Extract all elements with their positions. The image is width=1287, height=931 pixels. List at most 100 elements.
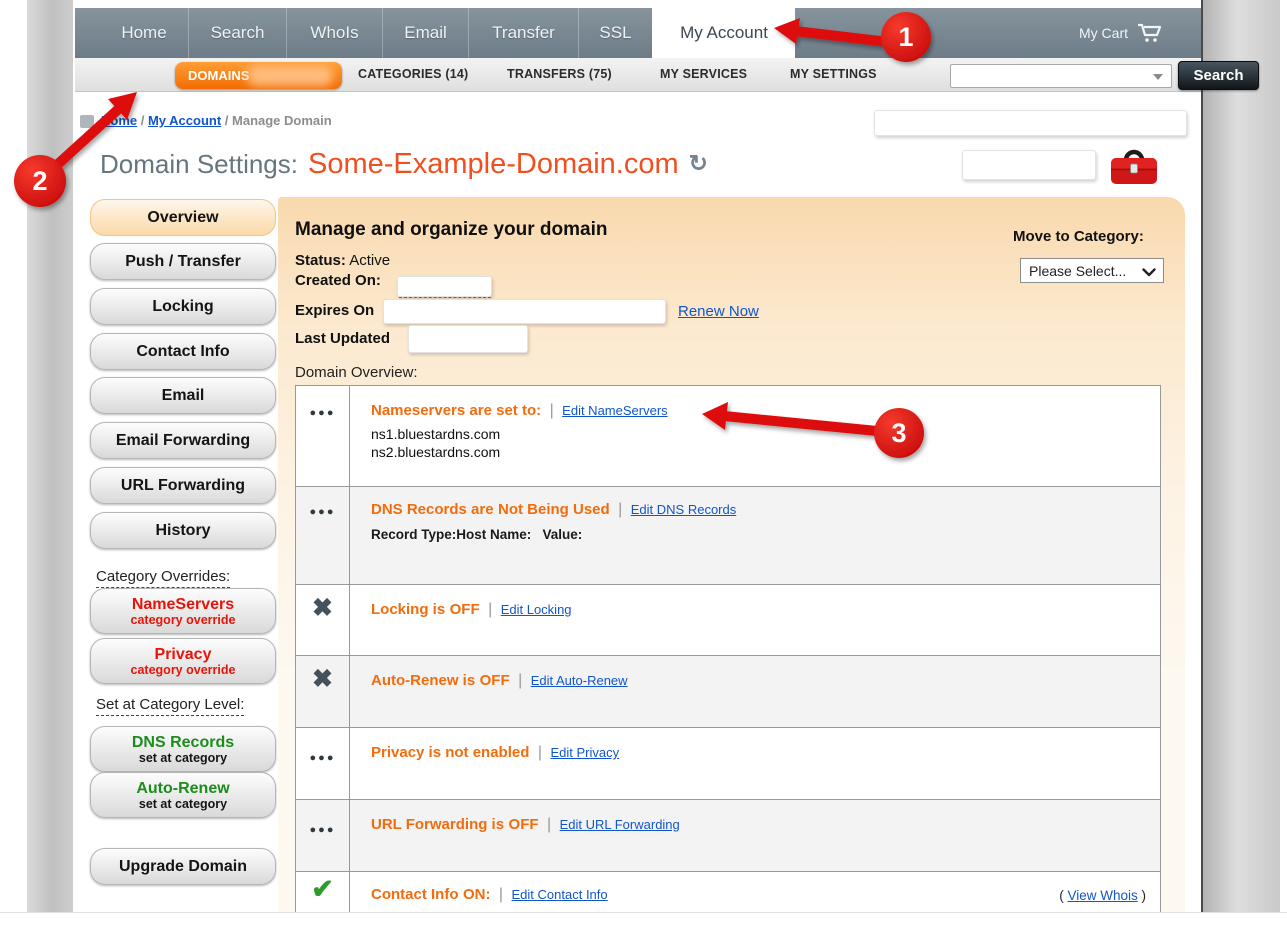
edit-dns-records-link[interactable]: Edit DNS Records bbox=[631, 502, 736, 517]
category-subtitle: set at category bbox=[139, 752, 227, 765]
override-title: Privacy bbox=[155, 646, 212, 664]
sidebar-tab-url-forwarding[interactable]: URL Forwarding bbox=[90, 467, 276, 504]
sidebar-privacy-override[interactable]: Privacy category override bbox=[90, 638, 276, 684]
row-status-off: OFF bbox=[480, 672, 510, 689]
cart-icon bbox=[1137, 23, 1163, 43]
sidebar-tab-overview[interactable]: Overview bbox=[90, 199, 276, 236]
sidebar-nameservers-override[interactable]: NameServers category override bbox=[90, 588, 276, 634]
tab-ssl[interactable]: SSL bbox=[578, 8, 652, 58]
sidebar-tab-email-forwarding[interactable]: Email Forwarding bbox=[90, 422, 276, 459]
domain-name: Some-Example-Domain.com bbox=[308, 148, 679, 181]
row-privacy: ●●● Privacy is not enabled | Edit Privac… bbox=[296, 728, 1160, 800]
subnav-domains-tab[interactable]: DOMAINS bbox=[175, 62, 342, 89]
row-title: Privacy is not enabled bbox=[371, 744, 529, 761]
window-left-edge bbox=[27, 0, 73, 912]
title-prefix: Domain Settings: bbox=[100, 149, 298, 180]
category-title: DNS Records bbox=[132, 734, 234, 752]
last-updated-label: Last Updated bbox=[295, 330, 390, 347]
record-type-line: Record Type:Host Name: Value: bbox=[371, 527, 1146, 542]
nameserver-1: ns1.bluestardns.com bbox=[371, 426, 1146, 442]
row-title: Locking is bbox=[371, 601, 445, 618]
tab-whois[interactable]: WhoIs bbox=[286, 8, 382, 58]
home-icon bbox=[80, 115, 94, 128]
domain-overview-label: Domain Overview: bbox=[295, 364, 418, 381]
breadcrumb-current: Manage Domain bbox=[232, 113, 332, 128]
refresh-icon[interactable]: ↻ bbox=[689, 150, 708, 177]
page-right-border bbox=[1201, 0, 1203, 912]
breadcrumb-my-account[interactable]: My Account bbox=[148, 113, 221, 128]
my-cart-label: My Cart bbox=[1079, 25, 1128, 41]
redacted-box-title-right bbox=[962, 150, 1096, 180]
row-auto-renew: ✖ Auto-Renew is OFF | Edit Auto-Renew bbox=[296, 656, 1160, 728]
tab-my-account[interactable]: My Account bbox=[652, 8, 795, 58]
row-url-forwarding: ●●● URL Forwarding is OFF | Edit URL For… bbox=[296, 800, 1160, 872]
page-title: Domain Settings: Some-Example-Domain.com… bbox=[100, 148, 708, 181]
dots-icon: ●●● bbox=[310, 752, 336, 799]
domain-overview-table: ●●● Nameservers are set to: | Edit NameS… bbox=[295, 385, 1161, 912]
row-status-on: ON: bbox=[463, 886, 491, 903]
search-button[interactable]: Search bbox=[1178, 61, 1259, 90]
my-cart-button[interactable]: My Cart bbox=[1079, 8, 1163, 58]
sidebar-tab-locking[interactable]: Locking bbox=[90, 288, 276, 325]
redacted-created-date bbox=[397, 276, 492, 297]
redacted-updated-date bbox=[408, 325, 528, 353]
breadcrumb-home[interactable]: Home bbox=[101, 113, 137, 128]
edit-nameservers-link[interactable]: Edit NameServers bbox=[562, 403, 667, 418]
sidebar-tab-email[interactable]: Email bbox=[90, 377, 276, 414]
status-line: Status: Active bbox=[295, 252, 390, 269]
tab-transfer[interactable]: Transfer bbox=[468, 8, 578, 58]
row-status-off: OFF bbox=[509, 816, 539, 833]
select-value: Please Select... bbox=[1029, 263, 1126, 279]
category-overrides-label: Category Overrides: bbox=[96, 568, 230, 585]
expires-on-label: Expires On bbox=[295, 302, 374, 319]
override-title: NameServers bbox=[132, 596, 234, 614]
tab-home[interactable]: Home bbox=[100, 8, 188, 58]
row-title: URL Forwarding is bbox=[371, 816, 504, 833]
top-nav: Home Search WhoIs Email Transfer SSL My … bbox=[75, 8, 1201, 58]
edit-auto-renew-link[interactable]: Edit Auto-Renew bbox=[531, 673, 628, 688]
nameserver-2: ns2.bluestardns.com bbox=[371, 444, 1146, 460]
override-subtitle: category override bbox=[131, 614, 236, 627]
view-whois-wrap: ( View Whois ) bbox=[1059, 888, 1146, 903]
dots-icon: ●●● bbox=[310, 824, 336, 871]
category-title: Auto-Renew bbox=[136, 780, 229, 798]
sidebar-tab-push-transfer[interactable]: Push / Transfer bbox=[90, 243, 276, 280]
tab-email[interactable]: Email bbox=[382, 8, 468, 58]
breadcrumb-sep: / bbox=[137, 113, 148, 128]
window-right-edge bbox=[1203, 0, 1280, 912]
breadcrumb-sep: / bbox=[221, 113, 232, 128]
chevron-down-icon bbox=[1142, 268, 1156, 277]
toolbox-icon[interactable] bbox=[1108, 146, 1160, 188]
created-on-label: Created On: bbox=[295, 272, 381, 289]
edit-privacy-link[interactable]: Edit Privacy bbox=[550, 745, 619, 760]
subnav-my-settings[interactable]: MY SETTINGS bbox=[790, 67, 877, 81]
tab-search[interactable]: Search bbox=[188, 8, 286, 58]
redacted-domains-count bbox=[247, 65, 333, 86]
sidebar-auto-renew-category[interactable]: Auto-Renew set at category bbox=[90, 772, 276, 818]
dashed-underline bbox=[399, 297, 491, 298]
view-whois-link[interactable]: View Whois bbox=[1067, 888, 1137, 903]
edit-contact-info-link[interactable]: Edit Contact Info bbox=[512, 887, 608, 902]
renew-now-link[interactable]: Renew Now bbox=[678, 303, 759, 320]
subnav-my-services[interactable]: MY SERVICES bbox=[660, 67, 747, 81]
status-value: Active bbox=[349, 252, 390, 269]
domain-search-select[interactable] bbox=[950, 64, 1172, 88]
set-at-category-label: Set at Category Level: bbox=[96, 696, 244, 713]
move-to-category-select[interactable]: Please Select... bbox=[1020, 258, 1164, 283]
x-icon: ✖ bbox=[312, 593, 333, 655]
row-dns-records: ●●● DNS Records are Not Being Used | Edi… bbox=[296, 487, 1160, 585]
subnav-categories[interactable]: CATEGORIES (14) bbox=[358, 67, 468, 81]
row-contact-info: ✔ ( View Whois ) Contact Info ON: | Edit… bbox=[296, 872, 1160, 912]
edit-locking-link[interactable]: Edit Locking bbox=[501, 602, 572, 617]
edit-url-forwarding-link[interactable]: Edit URL Forwarding bbox=[560, 817, 680, 832]
row-nameservers: ●●● Nameservers are set to: | Edit NameS… bbox=[296, 386, 1160, 487]
sidebar-tab-history[interactable]: History bbox=[90, 512, 276, 549]
check-icon: ✔ bbox=[311, 874, 334, 912]
row-title: Contact Info bbox=[371, 886, 459, 903]
upgrade-domain-button[interactable]: Upgrade Domain bbox=[90, 848, 276, 885]
override-subtitle: category override bbox=[131, 664, 236, 677]
sidebar-tab-contact-info[interactable]: Contact Info bbox=[90, 333, 276, 370]
sidebar-dns-records-category[interactable]: DNS Records set at category bbox=[90, 726, 276, 772]
dots-icon: ●●● bbox=[310, 407, 336, 486]
subnav-transfers[interactable]: TRANSFERS (75) bbox=[507, 67, 612, 81]
